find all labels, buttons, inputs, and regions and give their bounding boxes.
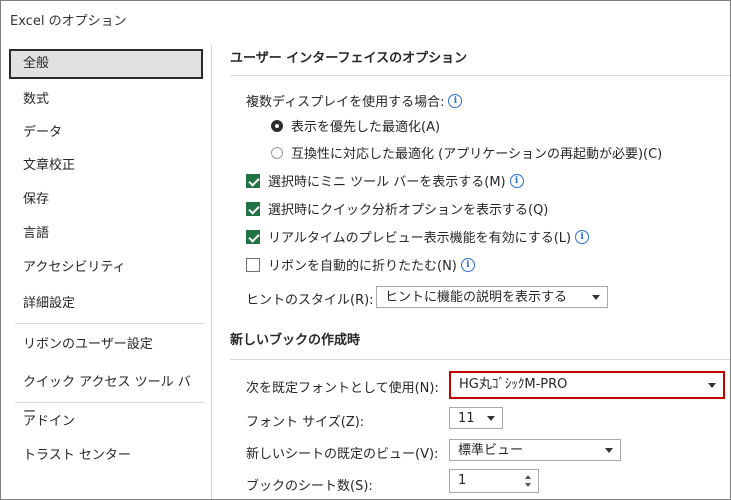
radio-optimize-display-label[interactable]: 表示を優先した最適化(A) bbox=[291, 116, 440, 135]
sidebar-item-save[interactable]: 保存 bbox=[9, 185, 203, 215]
live-preview-checkbox[interactable] bbox=[246, 229, 260, 244]
default-font-value: HG丸ｺﾞｼｯｸM-PRO bbox=[459, 377, 568, 392]
radio-optimize-compat-label[interactable]: 互換性に対応した最適化 (アプリケーションの再起動が必要)(C) bbox=[291, 143, 662, 162]
sheet-count-value: 1 bbox=[458, 473, 467, 488]
font-size-label: フォント サイズ(Z): bbox=[246, 415, 365, 430]
sidebar-item-accessibility[interactable]: アクセシビリティ bbox=[9, 253, 203, 283]
tooltip-style-select[interactable]: ヒントに機能の説明を表示する bbox=[376, 286, 608, 308]
radio-button-unchecked[interactable] bbox=[271, 146, 283, 159]
section-divider bbox=[230, 75, 730, 76]
font-size-value: 11 bbox=[458, 411, 475, 426]
multi-display-label: 複数ディスプレイを使用する場合: bbox=[246, 95, 445, 110]
quick-analysis-label[interactable]: 選択時にクイック分析オプションを表示する(Q) bbox=[268, 199, 548, 218]
sidebar-item-formulas[interactable]: 数式 bbox=[9, 85, 203, 115]
sheet-count-label: ブックのシート数(S): bbox=[246, 479, 373, 494]
sidebar-divider bbox=[15, 323, 205, 324]
dialog-title: Excel のオプション bbox=[10, 14, 127, 29]
live-preview-label[interactable]: リアルタイムのプレビュー表示機能を有効にする(L) bbox=[268, 227, 571, 246]
default-view-row: 新しいシートの既定のビュー(V): bbox=[246, 443, 438, 462]
tooltip-style-row: ヒントのスタイル(R): bbox=[246, 289, 374, 308]
info-icon[interactable]: i bbox=[509, 173, 524, 188]
quick-analysis-checkbox[interactable] bbox=[246, 201, 260, 216]
sidebar-item-trust-center[interactable]: トラスト センター bbox=[9, 441, 203, 471]
default-view-select[interactable]: 標準ビュー bbox=[449, 439, 621, 461]
default-view-value: 標準ビュー bbox=[458, 443, 524, 458]
section-heading-ui: ユーザー インターフェイスのオプション bbox=[230, 51, 468, 66]
tooltip-style-label: ヒントのスタイル(R): bbox=[246, 293, 374, 308]
sidebar-item-customize-ribbon[interactable]: リボンのユーザー設定 bbox=[9, 330, 203, 360]
info-icon[interactable]: i bbox=[575, 229, 590, 244]
mini-toolbar-row[interactable]: 選択時にミニ ツール バーを表示する(M) i bbox=[246, 171, 524, 190]
chevron-down-icon bbox=[708, 383, 716, 388]
chevron-down-icon bbox=[487, 416, 495, 421]
chevron-down-icon bbox=[592, 295, 600, 300]
font-size-select[interactable]: 11 bbox=[449, 407, 503, 429]
collapse-ribbon-checkbox[interactable] bbox=[246, 257, 260, 272]
info-icon[interactable]: i bbox=[448, 93, 463, 108]
radio-optimize-display-row[interactable]: 表示を優先した最適化(A) bbox=[271, 116, 440, 135]
title-bar: Excel のオプション bbox=[1, 1, 730, 41]
collapse-ribbon-row[interactable]: リボンを自動的に折りたたむ(N) i bbox=[246, 255, 475, 274]
sidebar-item-language[interactable]: 言語 bbox=[9, 219, 203, 249]
multi-display-row: 複数ディスプレイを使用する場合: i bbox=[246, 91, 463, 110]
quick-analysis-row[interactable]: 選択時にクイック分析オプションを表示する(Q) bbox=[246, 199, 548, 218]
sheet-count-spinner[interactable]: 1 bbox=[449, 469, 539, 493]
radio-optimize-compat-row[interactable]: 互換性に対応した最適化 (アプリケーションの再起動が必要)(C) bbox=[271, 143, 662, 162]
spin-up-icon[interactable] bbox=[525, 475, 531, 479]
default-font-label: 次を既定フォントとして使用(N): bbox=[246, 381, 439, 396]
spin-down-icon[interactable] bbox=[525, 483, 531, 487]
default-font-row: 次を既定フォントとして使用(N): bbox=[246, 377, 439, 396]
info-icon[interactable]: i bbox=[460, 257, 475, 272]
sidebar-item-addins[interactable]: アドイン bbox=[9, 407, 203, 437]
default-font-select[interactable]: HG丸ｺﾞｼｯｸM-PRO bbox=[449, 371, 725, 399]
options-dialog: Excel のオプション 全般 数式 データ 文章校正 保存 言語 アクセシビリ… bbox=[0, 0, 731, 500]
tooltip-style-value: ヒントに機能の説明を表示する bbox=[385, 290, 568, 305]
sidebar-item-advanced[interactable]: 詳細設定 bbox=[9, 289, 203, 319]
sidebar-item-quick-access-toolbar[interactable]: クイック アクセス ツール バー bbox=[9, 368, 203, 420]
section-heading-new-book: 新しいブックの作成時 bbox=[230, 333, 361, 348]
sidebar-divider bbox=[15, 402, 205, 403]
live-preview-row[interactable]: リアルタイムのプレビュー表示機能を有効にする(L) i bbox=[246, 227, 590, 246]
sidebar: 全般 数式 データ 文章校正 保存 言語 アクセシビリティ 詳細設定 リボンのユ… bbox=[1, 45, 212, 499]
mini-toolbar-checkbox[interactable] bbox=[246, 173, 260, 188]
radio-button-checked[interactable] bbox=[271, 119, 283, 132]
sheet-count-row: ブックのシート数(S): bbox=[246, 475, 373, 494]
mini-toolbar-label[interactable]: 選択時にミニ ツール バーを表示する(M) bbox=[268, 171, 506, 190]
sidebar-item-general[interactable]: 全般 bbox=[9, 49, 203, 79]
chevron-down-icon bbox=[605, 448, 613, 453]
section-divider bbox=[230, 359, 730, 360]
default-view-label: 新しいシートの既定のビュー(V): bbox=[246, 447, 439, 462]
sidebar-item-data[interactable]: データ bbox=[9, 118, 203, 148]
font-size-row: フォント サイズ(Z): bbox=[246, 411, 364, 430]
sidebar-item-proofing[interactable]: 文章校正 bbox=[9, 151, 203, 181]
options-content: ユーザー インターフェイスのオプション 複数ディスプレイを使用する場合: i 表… bbox=[216, 41, 730, 499]
collapse-ribbon-label[interactable]: リボンを自動的に折りたたむ(N) bbox=[268, 255, 457, 274]
